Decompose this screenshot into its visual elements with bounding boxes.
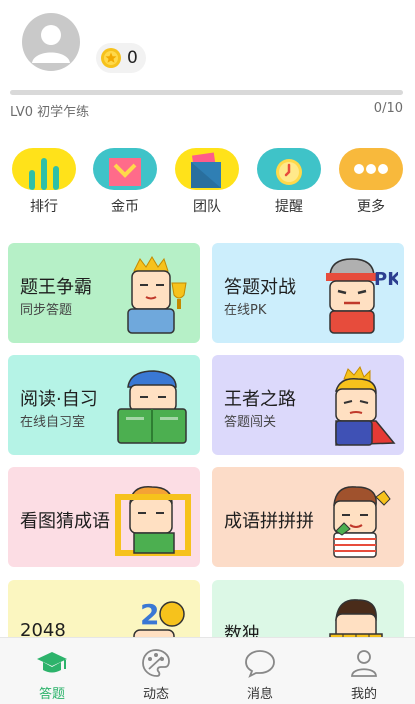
palette-icon	[142, 649, 170, 677]
tab-label: 动态	[142, 687, 169, 702]
coin-icon	[101, 48, 121, 68]
puzzle-character-icon	[333, 486, 391, 558]
card-quiz-battle[interactable]: 答题对战 在线PK PK	[212, 243, 404, 343]
card-subtitle: 同步答题	[20, 303, 73, 318]
card-title: 成语拼拼拼	[224, 511, 314, 532]
tab-quiz[interactable]: 答题	[0, 638, 104, 704]
chat-bubble-icon	[245, 650, 275, 678]
reading-book-character-icon	[117, 370, 187, 444]
card-title: 题王争霸	[20, 277, 92, 298]
picture-frame-character-icon	[115, 486, 191, 556]
alarm-clock-icon	[276, 159, 302, 185]
team-flag-icon	[191, 152, 221, 188]
shortcut-label: 排行	[30, 199, 58, 215]
tab-feed[interactable]: 动态	[104, 638, 208, 704]
coin-count: 0	[127, 48, 138, 68]
tab-label: 消息	[246, 687, 273, 702]
shortcut-label: 金币	[111, 199, 139, 215]
shortcut-row: 排行 金币 团队 提醒 更多	[0, 148, 415, 218]
tab-label: 我的	[350, 687, 377, 702]
shortcut-label: 提醒	[275, 199, 303, 215]
card-subtitle: 在线PK	[224, 303, 267, 318]
card-king-road[interactable]: 王者之路 答题闯关	[212, 355, 404, 455]
tab-me[interactable]: 我的	[312, 638, 415, 704]
svg-text:2: 2	[140, 598, 159, 631]
graduation-cap-icon	[37, 652, 67, 673]
card-picture-idiom[interactable]: 看图猜成语	[8, 467, 200, 567]
coin-balance[interactable]: 0	[96, 43, 146, 73]
card-title: 阅读·自习	[20, 389, 98, 410]
default-user-avatar-icon	[32, 25, 70, 63]
shortcut-ranking[interactable]: 排行	[12, 148, 76, 216]
card-subtitle: 在线自习室	[20, 415, 86, 430]
card-title: 看图猜成语	[20, 511, 110, 532]
king-caped-character-icon	[335, 365, 396, 446]
level-label: LV0 初学乍练	[10, 105, 90, 120]
shortcut-more[interactable]: 更多	[339, 148, 403, 216]
person-icon	[351, 650, 377, 677]
shortcut-team[interactable]: 团队	[175, 148, 239, 216]
card-title: 答题对战	[224, 277, 296, 298]
svg-text:PK: PK	[374, 269, 398, 290]
pk-fighter-character-icon: PK	[326, 258, 398, 334]
card-title: 王者之路	[224, 389, 296, 410]
tab-messages[interactable]: 消息	[208, 638, 312, 704]
avatar[interactable]	[22, 13, 80, 71]
card-quiz-king[interactable]: 题王争霸 同步答题	[8, 243, 200, 343]
shortcut-coins[interactable]: 金币	[93, 148, 157, 216]
trophy-character-icon	[127, 256, 187, 334]
card-reading-study[interactable]: 阅读·自习 在线自习室	[8, 355, 200, 455]
card-subtitle: 答题闯关	[224, 415, 277, 430]
tab-label: 答题	[38, 687, 65, 702]
shortcut-label: 团队	[193, 199, 221, 215]
level-progress-count: 0/10	[373, 101, 403, 116]
bottom-tab-bar: 答题 动态 消息 我的	[0, 637, 415, 704]
more-dots-icon	[354, 164, 388, 174]
coin-envelope-icon	[109, 158, 141, 186]
shortcut-label: 更多	[357, 199, 385, 215]
shortcut-reminder[interactable]: 提醒	[257, 148, 321, 216]
level-progress-bar	[10, 90, 403, 95]
card-idiom-puzzle[interactable]: 成语拼拼拼	[212, 467, 404, 567]
ranking-bars-icon	[29, 158, 59, 190]
